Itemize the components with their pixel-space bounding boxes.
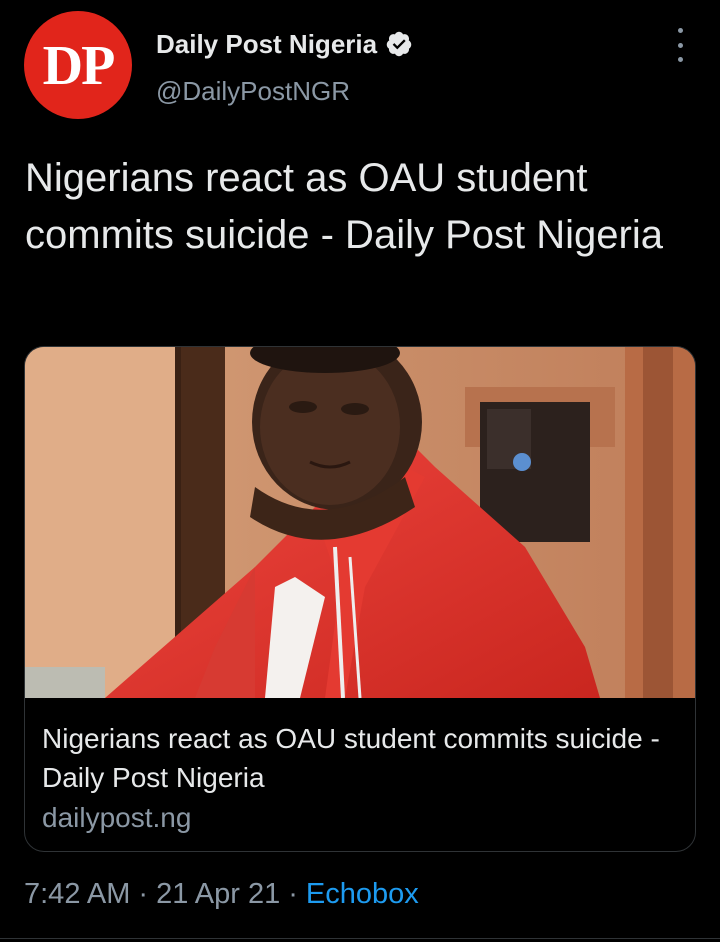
link-preview-card[interactable]: Nigerians react as OAU student commits s… [24, 346, 696, 852]
avatar-logo-text: DP [42, 35, 116, 97]
divider [0, 938, 720, 939]
card-domain: dailypost.ng [42, 802, 192, 833]
tweet-time[interactable]: 7:42 AM [24, 878, 130, 910]
display-name[interactable]: Daily Post Nigeria [156, 29, 377, 60]
tweet-text: Nigerians react as OAU student commits s… [25, 156, 663, 257]
article-photo[interactable] [25, 347, 695, 698]
more-dot [677, 42, 683, 48]
card-title[interactable]: Nigerians react as OAU student commits s… [42, 719, 682, 797]
account-name-row[interactable]: Daily Post Nigeria [156, 26, 413, 62]
account-handle[interactable]: @DailyPostNGR [156, 76, 350, 107]
tweet-date[interactable]: 21 Apr 21 [156, 878, 280, 910]
more-dot [677, 28, 683, 33]
more-vertical-icon[interactable] [666, 28, 694, 62]
tweet-meta: 7:42 AM · 21 Apr 21 · Echobox [24, 878, 419, 911]
more-dot [677, 57, 683, 62]
separator: · [288, 878, 298, 910]
verified-badge-icon [385, 30, 413, 58]
tweet-source-link[interactable]: Echobox [306, 878, 419, 910]
avatar[interactable]: DP [24, 11, 132, 119]
card-text[interactable]: Nigerians react as OAU student commits s… [42, 719, 682, 838]
separator: · [138, 878, 149, 910]
